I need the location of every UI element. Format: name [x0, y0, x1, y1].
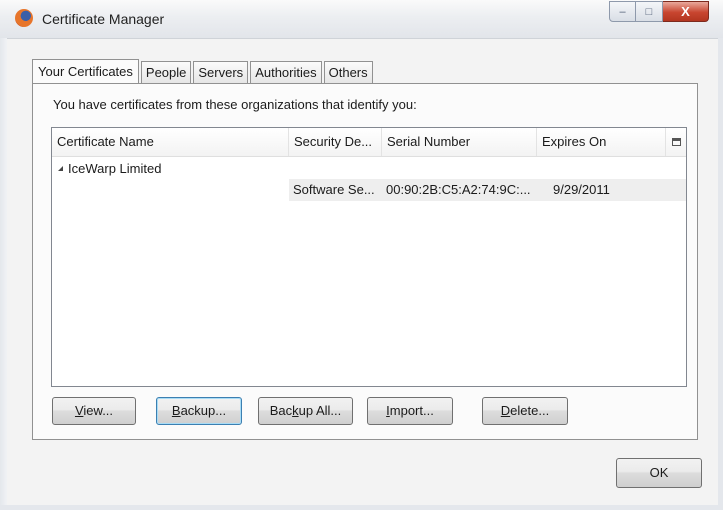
tab-panel: You have certificates from these organiz…	[32, 83, 698, 440]
tab-others[interactable]: Others	[323, 61, 373, 83]
certificate-tree[interactable]: Certificate Name Security De... Serial N…	[51, 127, 687, 387]
expires-on-cell: 9/29/2011	[553, 182, 610, 197]
window-border-right	[718, 38, 723, 510]
window-controls: – □ X	[609, 1, 709, 23]
view-button[interactable]: View...	[52, 397, 136, 425]
button-label: ackup...	[180, 403, 227, 418]
tree-indent-gap	[52, 179, 289, 201]
tab-strip: Your Certificates People Servers Authori…	[32, 58, 375, 84]
accelerator-key: D	[500, 403, 511, 418]
security-device-cell: Software Se...	[293, 182, 375, 197]
button-label: up All...	[298, 403, 342, 418]
column-picker-icon	[671, 138, 681, 146]
tree-header: Certificate Name Security De... Serial N…	[52, 128, 686, 157]
button-label: Bac	[269, 403, 293, 418]
intro-text: You have certificates from these organiz…	[53, 97, 417, 112]
minimize-button[interactable]: –	[609, 1, 636, 22]
tab-your-certificates[interactable]: Your Certificates	[32, 59, 139, 84]
window-title: Certificate Manager	[42, 11, 165, 27]
expand-triangle-icon[interactable]	[58, 166, 63, 171]
title-bar[interactable]: Certificate Manager – □ X	[0, 0, 723, 39]
button-label: mport...	[389, 403, 434, 418]
firefox-icon	[15, 9, 33, 27]
close-icon: X	[681, 4, 690, 19]
backup-button[interactable]: Backup...	[156, 397, 242, 425]
tab-servers[interactable]: Servers	[193, 61, 249, 83]
button-label: elete...	[510, 403, 550, 418]
maximize-icon: □	[645, 5, 653, 18]
window-border-left	[0, 38, 7, 510]
column-header-security-device[interactable]: Security De...	[289, 128, 382, 156]
backup-all-button[interactable]: Backup All...	[258, 397, 353, 425]
tab-people[interactable]: People	[140, 61, 192, 83]
close-button[interactable]: X	[663, 1, 709, 22]
accelerator-key: B	[171, 403, 181, 418]
serial-number-cell: 00:90:2B:C5:A2:74:9C:...	[386, 182, 531, 197]
column-picker-button[interactable]	[666, 128, 686, 156]
tree-row-organization[interactable]: IceWarp Limited	[52, 158, 686, 180]
ok-button[interactable]: OK	[616, 458, 702, 488]
button-label: iew...	[83, 403, 114, 418]
import-button[interactable]: Import...	[367, 397, 453, 425]
column-header-expires-on[interactable]: Expires On	[537, 128, 666, 156]
maximize-button[interactable]: □	[636, 1, 663, 22]
tab-authorities[interactable]: Authorities	[250, 61, 322, 83]
delete-button[interactable]: Delete...	[482, 397, 568, 425]
column-header-certificate-name[interactable]: Certificate Name	[52, 128, 289, 156]
minimize-icon: –	[619, 5, 626, 18]
organization-name: IceWarp Limited	[68, 161, 162, 176]
column-header-serial-number[interactable]: Serial Number	[382, 128, 537, 156]
window-border-bottom	[0, 505, 723, 510]
